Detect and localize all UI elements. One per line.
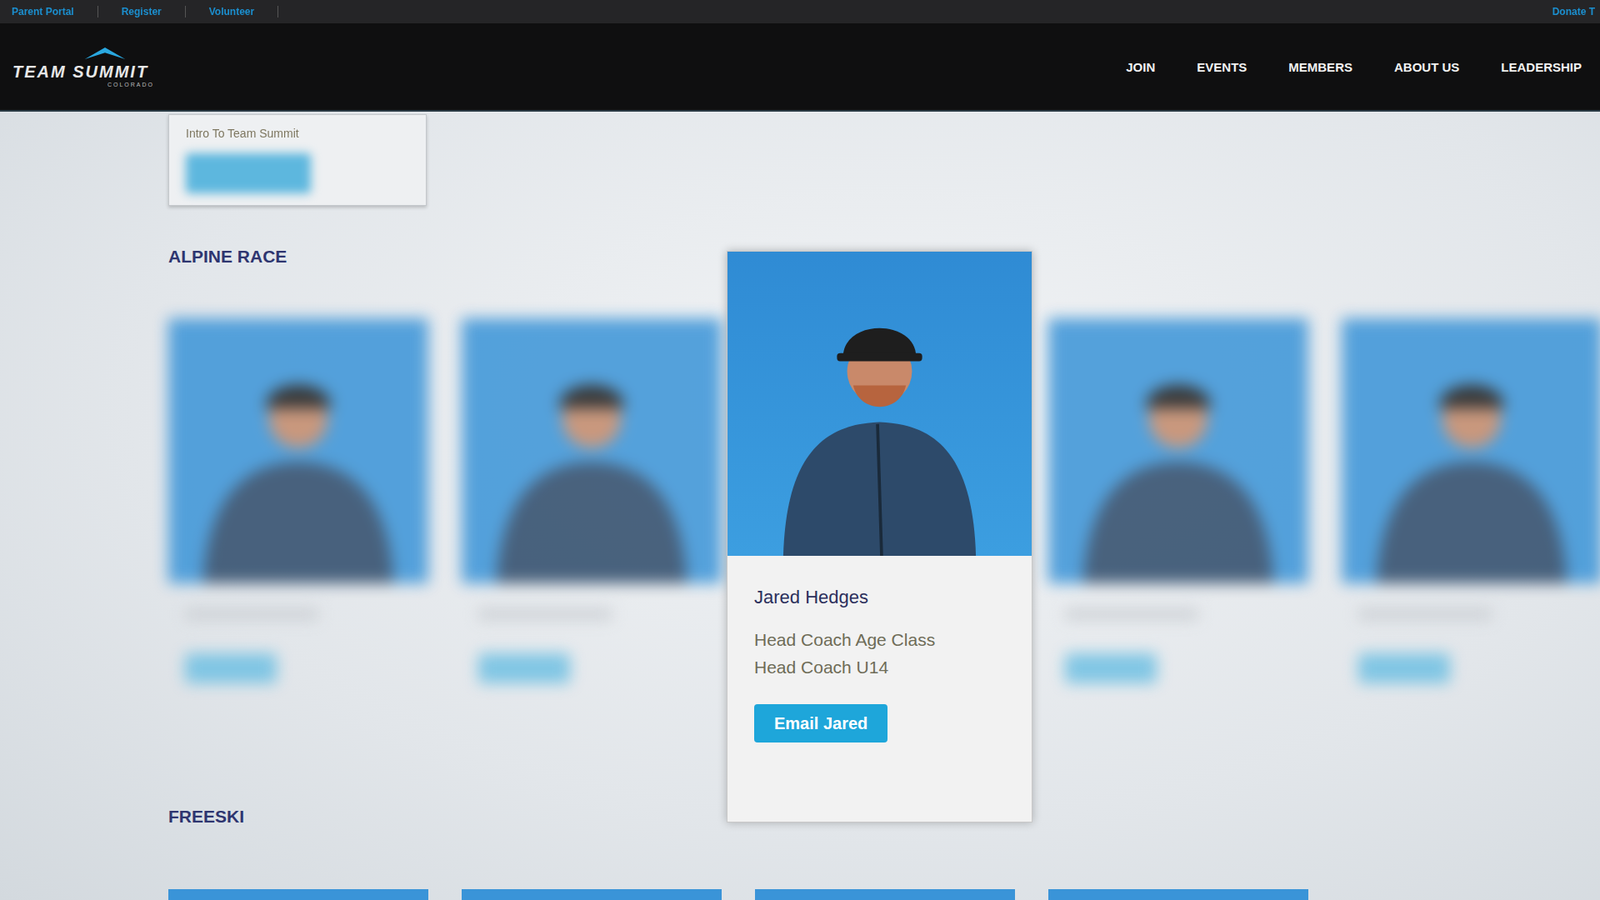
placeholder-line <box>478 608 612 620</box>
nav-item[interactable]: JOIN <box>1125 60 1155 75</box>
coach-card[interactable] <box>755 889 1015 900</box>
coach-role: Head Coach Age Class <box>754 625 935 654</box>
placeholder-button <box>478 653 570 684</box>
nav-item[interactable]: ABOUT US <box>1394 60 1460 75</box>
nav-item[interactable]: EVENTS <box>1196 60 1247 75</box>
person-icon <box>1048 889 1309 900</box>
person-icon <box>168 318 429 584</box>
intro-box: Intro To Team Summit <box>168 114 427 206</box>
coach-photo <box>1048 318 1309 584</box>
coach-card[interactable] <box>1341 318 1600 760</box>
placeholder-button <box>1358 653 1450 684</box>
coach-photo <box>461 889 722 900</box>
logo-title: TEAM SUMMIT <box>12 62 149 82</box>
intro-label: Intro To Team Summit <box>185 126 410 140</box>
coach-card[interactable] <box>461 318 722 760</box>
mountain-icon <box>83 45 127 61</box>
coach-photo <box>1341 318 1600 584</box>
person-icon <box>1048 318 1309 584</box>
placeholder-button <box>1065 653 1157 684</box>
coach-photo <box>755 889 1015 900</box>
utility-link[interactable]: Volunteer <box>209 5 279 18</box>
coach-card[interactable] <box>1048 318 1309 760</box>
placeholder-button <box>185 653 277 684</box>
coach-card[interactable] <box>461 889 722 900</box>
person-icon <box>461 318 722 584</box>
coach-card[interactable] <box>1048 889 1309 900</box>
coach-card[interactable] <box>168 889 429 900</box>
intro-button[interactable] <box>185 153 311 194</box>
coach-photo <box>1048 889 1309 900</box>
person-icon <box>1341 318 1600 584</box>
utility-bar: Parent Portal Register Volunteer Donate T <box>0 0 1600 24</box>
coach-role: Head Coach U14 <box>754 653 935 681</box>
person-icon <box>755 889 1015 900</box>
focused-coach-card[interactable]: Jared Hedges Head Coach Age ClassHead Coa… <box>726 250 1033 823</box>
utility-link[interactable]: Register <box>121 5 186 18</box>
coach-photo <box>168 889 429 900</box>
placeholder-line <box>185 608 319 620</box>
placeholder-line <box>1358 608 1492 620</box>
donate-link[interactable]: Donate T <box>1552 5 1595 18</box>
nav-item[interactable]: LEADERSHIP <box>1500 60 1582 75</box>
logo[interactable]: TEAM SUMMITCOLORADO <box>12 45 171 88</box>
nav-bar: TEAM SUMMITCOLORADO JOIN EVENTS MEMBERS ABOU… <box>0 23 1600 112</box>
email-button[interactable]: Email Jared <box>754 704 888 743</box>
utility-link[interactable]: Parent Portal <box>11 5 99 18</box>
placeholder-line <box>1065 608 1199 620</box>
card-row <box>168 889 1309 900</box>
main-nav: JOIN EVENTS MEMBERS ABOUT US LEADERSHIP <box>1125 60 1582 75</box>
logo-subtitle: COLORADO <box>107 81 155 88</box>
person-icon <box>168 889 429 900</box>
team-page: Parent Portal Register Volunteer Donate T TE… <box>0 0 1600 900</box>
coach-photo <box>168 318 429 584</box>
coach-photo <box>461 318 722 584</box>
person-icon <box>461 889 722 900</box>
person-icon <box>727 251 1032 556</box>
coach-card[interactable] <box>168 318 429 760</box>
coach-photo <box>727 251 1032 556</box>
nav-item[interactable]: MEMBERS <box>1288 60 1353 75</box>
coach-name: Jared Hedges <box>754 585 869 610</box>
